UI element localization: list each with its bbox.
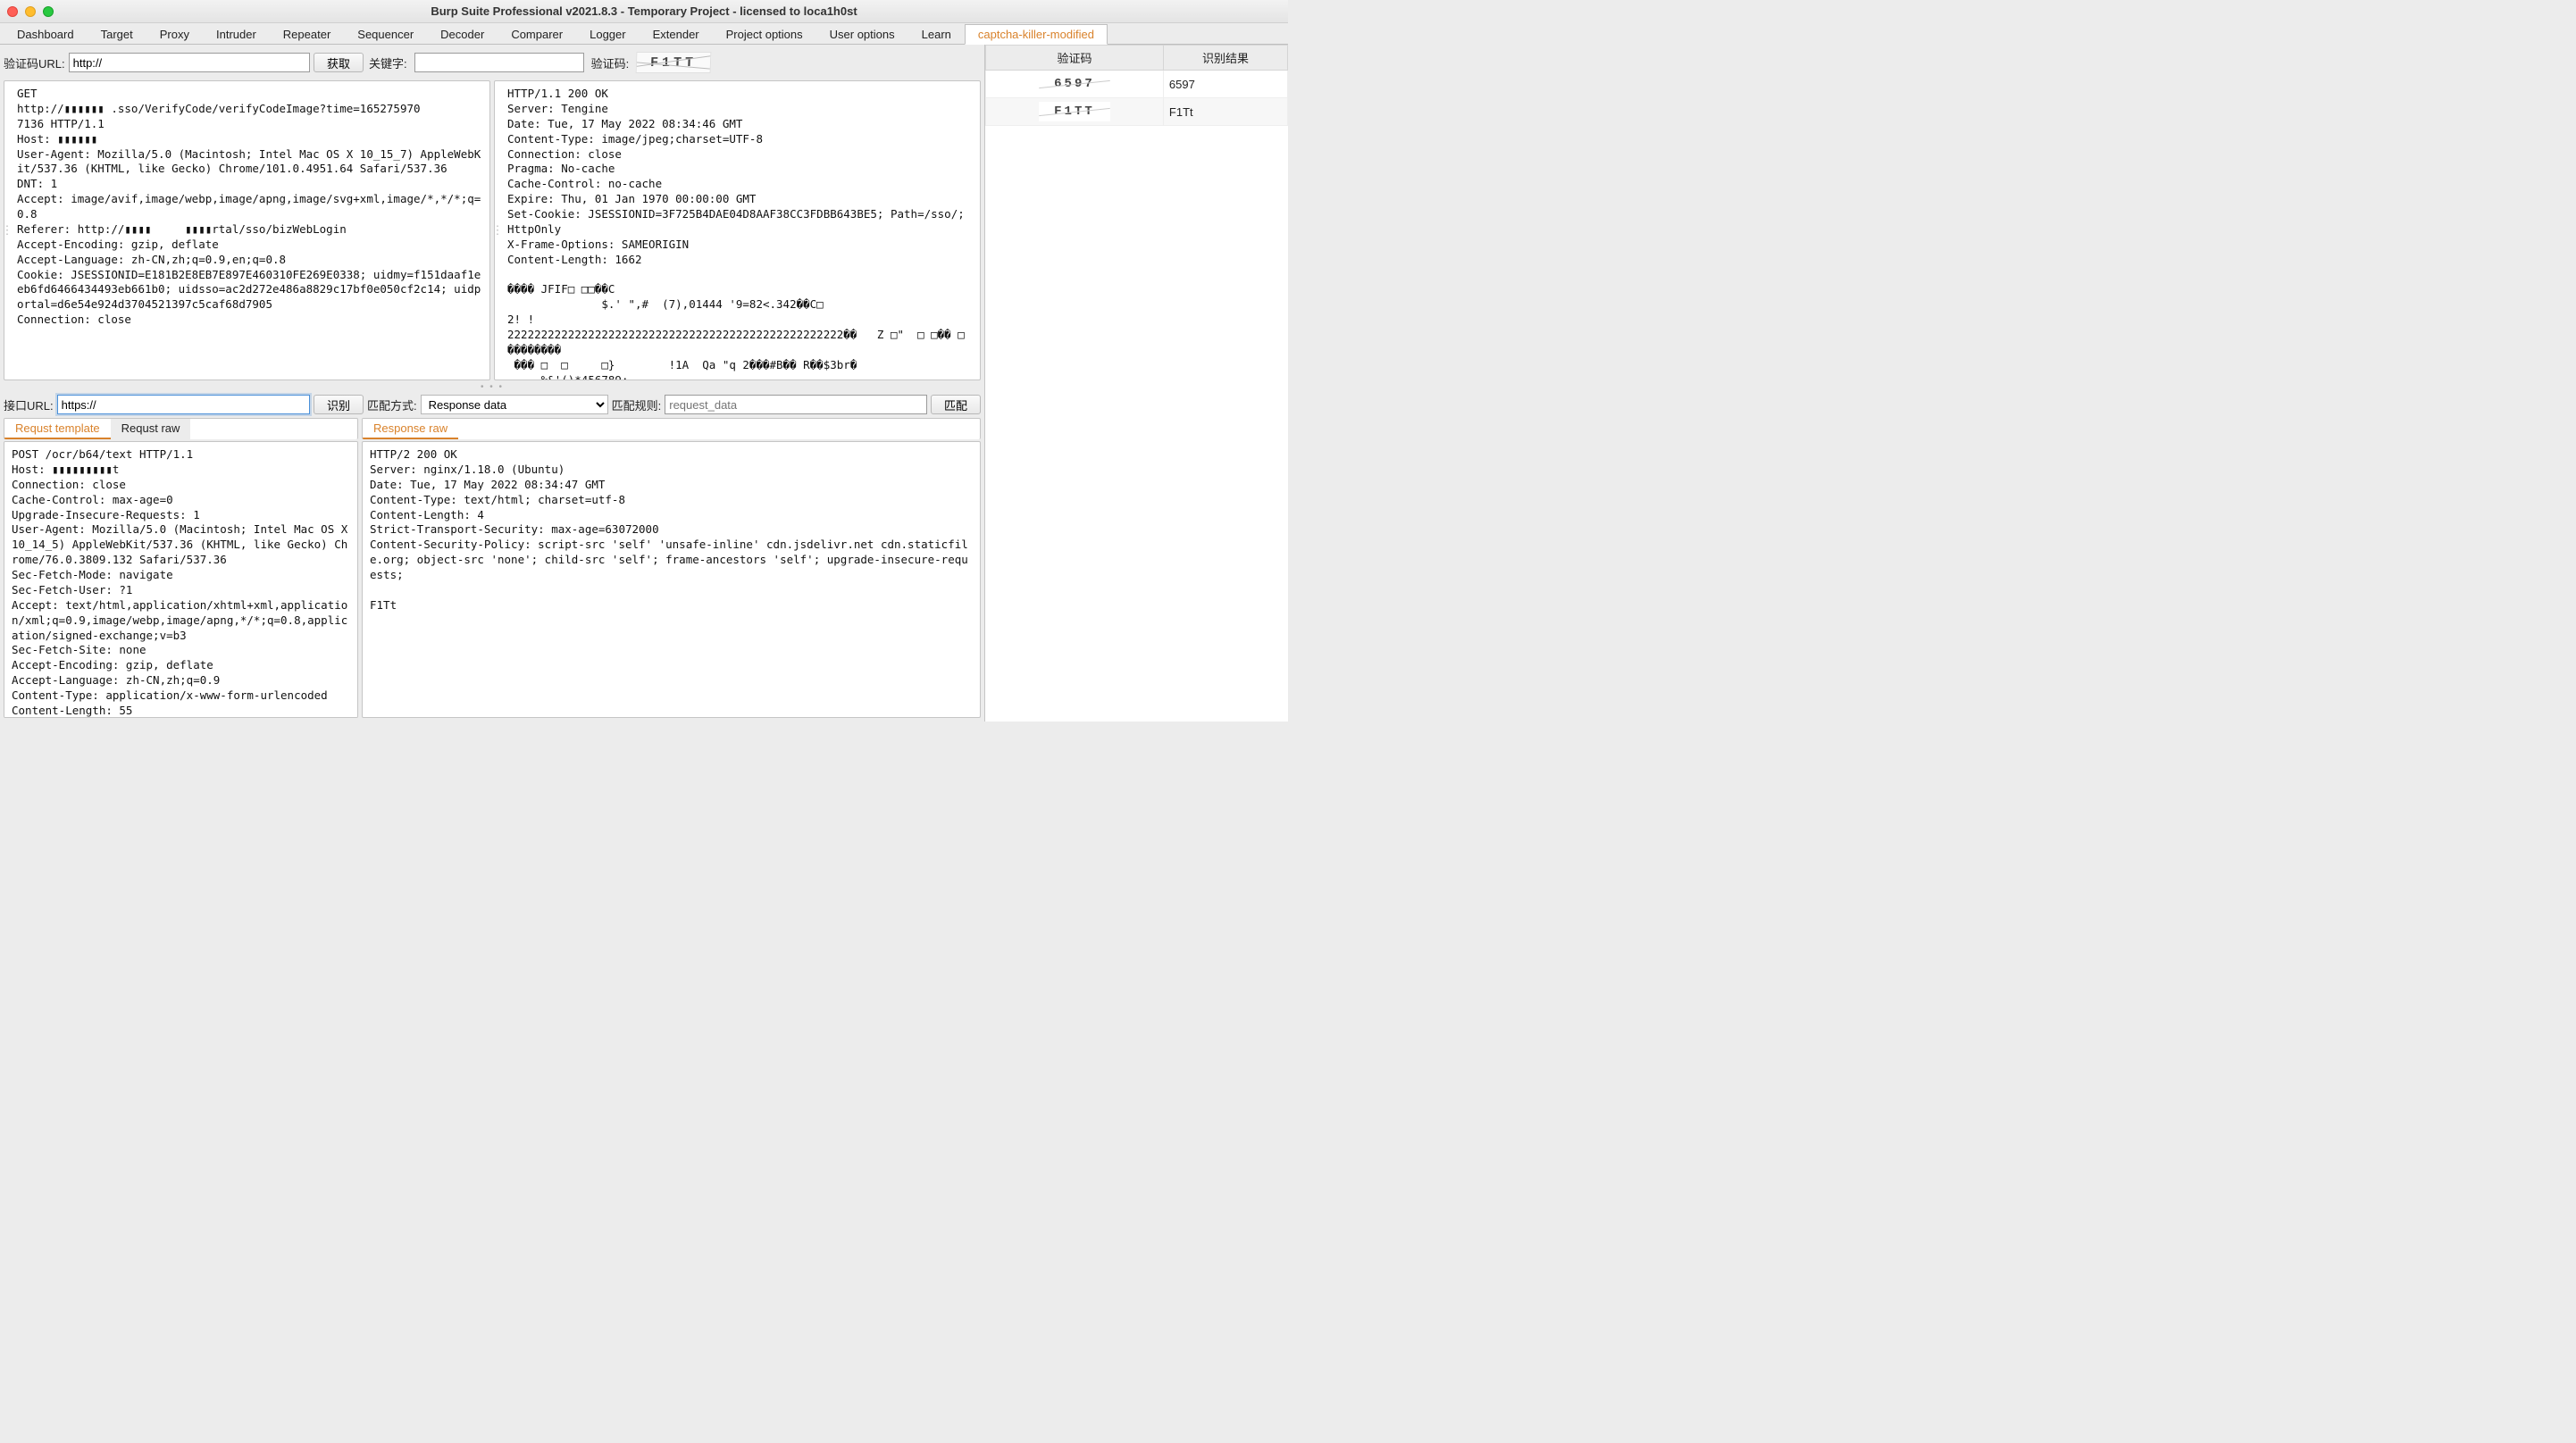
get-button[interactable]: 获取 — [314, 53, 364, 72]
captcha-url-label: 验证码URL: — [4, 54, 65, 71]
main-tabbar: Dashboard Target Proxy Intruder Repeater… — [0, 23, 1288, 45]
recognize-button[interactable]: 识别 — [314, 395, 364, 414]
match-rule-label: 匹配规则: — [612, 396, 662, 413]
tab-intruder[interactable]: Intruder — [203, 24, 270, 44]
results-header-captcha[interactable]: 验证码 — [986, 46, 1164, 71]
interface-url-label: 接口URL: — [4, 396, 54, 413]
tab-sequencer[interactable]: Sequencer — [344, 24, 427, 44]
subtab-response-raw[interactable]: Response raw — [363, 419, 458, 439]
tab-proxy[interactable]: Proxy — [146, 24, 203, 44]
tab-dashboard[interactable]: Dashboard — [4, 24, 88, 44]
subtab-request-template[interactable]: Requst template — [4, 419, 111, 439]
table-row[interactable]: F1TT F1Tt — [986, 98, 1288, 126]
keyword-input[interactable] — [414, 53, 584, 72]
tab-extender[interactable]: Extender — [640, 24, 713, 44]
captcha-request-text[interactable]: GET http://▮▮▮▮▮▮ .sso/VerifyCode/verify… — [10, 81, 489, 380]
captcha-response-text[interactable]: HTTP/1.1 200 OK Server: Tengine Date: Tu… — [500, 81, 980, 380]
window-controls — [7, 6, 54, 17]
window-titlebar: Burp Suite Professional v2021.8.3 - Temp… — [0, 0, 1288, 23]
tab-comparer[interactable]: Comparer — [498, 24, 576, 44]
response-raw-text[interactable]: HTTP/2 200 OK Server: nginx/1.18.0 (Ubun… — [363, 442, 980, 619]
result-cell: 6597 — [1163, 71, 1287, 98]
captcha-preview-label: 验证码: — [591, 54, 630, 71]
captcha-thumb-icon: F1TT — [1039, 102, 1110, 121]
match-rule-input[interactable] — [665, 395, 927, 414]
interface-url-input[interactable] — [57, 395, 310, 414]
captcha-response-pane[interactable]: ⋮ HTTP/1.1 200 OK Server: Tengine Date: … — [494, 80, 981, 380]
tab-captcha-killer[interactable]: captcha-killer-modified — [965, 24, 1108, 45]
tab-logger[interactable]: Logger — [576, 24, 639, 44]
tab-repeater[interactable]: Repeater — [270, 24, 344, 44]
captcha-request-pane[interactable]: ⋮ GET http://▮▮▮▮▮▮ .sso/VerifyCode/veri… — [4, 80, 490, 380]
window-title: Burp Suite Professional v2021.8.3 - Temp… — [0, 4, 1288, 18]
results-panel: 验证码 识别结果 6597 6597 F1TT F1Tt — [984, 45, 1288, 722]
tab-target[interactable]: Target — [88, 24, 146, 44]
tab-learn[interactable]: Learn — [908, 24, 965, 44]
close-window-icon[interactable] — [7, 6, 18, 17]
match-mode-select[interactable]: Response data — [421, 395, 608, 414]
tab-decoder[interactable]: Decoder — [427, 24, 498, 44]
keyword-label: 关键字: — [369, 54, 407, 71]
captcha-preview-image: F1TT — [636, 52, 712, 73]
subtab-request-raw[interactable]: Requst raw — [111, 419, 191, 439]
captcha-url-input[interactable] — [69, 53, 310, 72]
tab-user-options[interactable]: User options — [816, 24, 908, 44]
minimize-window-icon[interactable] — [25, 6, 36, 17]
horizontal-splitter-icon[interactable]: • • • — [4, 384, 981, 391]
results-table[interactable]: 验证码 识别结果 6597 6597 F1TT F1Tt — [985, 45, 1288, 126]
results-header-result[interactable]: 识别结果 — [1163, 46, 1287, 71]
captcha-thumb-icon: 6597 — [1039, 74, 1110, 94]
zoom-window-icon[interactable] — [43, 6, 54, 17]
request-template-text[interactable]: POST /ocr/b64/text HTTP/1.1 Host: ▮▮▮▮▮▮… — [4, 442, 357, 718]
match-button[interactable]: 匹配 — [931, 395, 981, 414]
tab-project-options[interactable]: Project options — [713, 24, 816, 44]
match-mode-label: 匹配方式: — [367, 396, 417, 413]
table-row[interactable]: 6597 6597 — [986, 71, 1288, 98]
result-cell: F1Tt — [1163, 98, 1287, 126]
